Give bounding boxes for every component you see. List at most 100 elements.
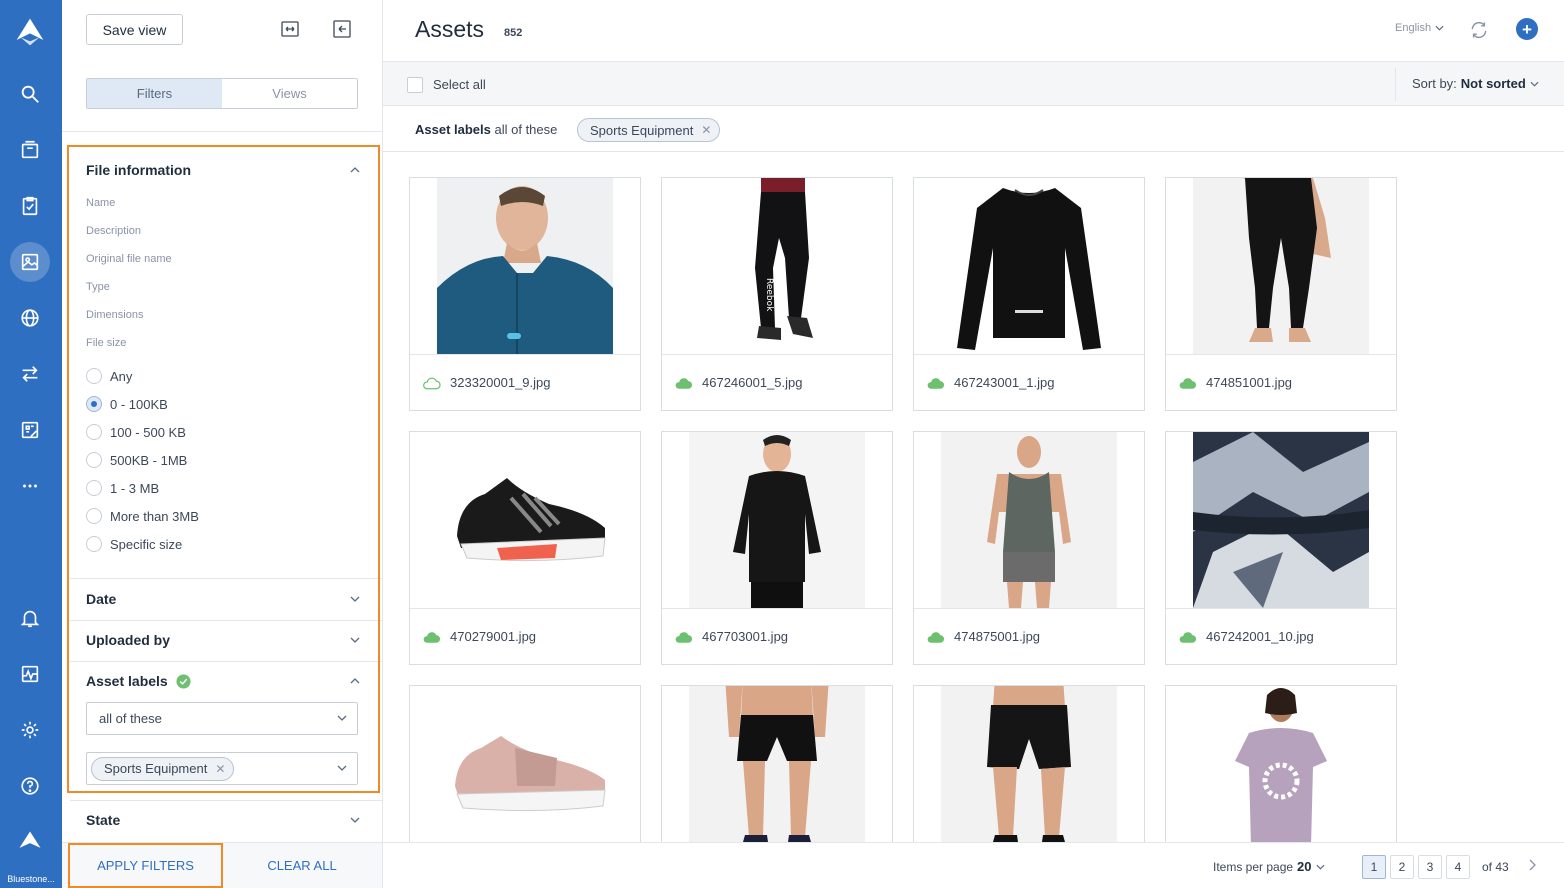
size-option-specific[interactable]: Specific size [86, 536, 182, 552]
asset-card[interactable]: 474851001.jpg [1165, 177, 1397, 411]
active-filter-label: Asset labels all of these [415, 122, 557, 137]
asset-card[interactable] [409, 685, 641, 845]
panel-footer: APPLY FILTERS CLEAR ALL [62, 842, 382, 888]
collapse-panel-icon[interactable] [333, 20, 351, 38]
refresh-icon[interactable] [1469, 20, 1489, 40]
select-all-checkbox[interactable] [407, 77, 423, 93]
chevron-down-icon [1530, 81, 1539, 87]
cloud-icon [675, 378, 693, 389]
size-option-100-500kb[interactable]: 100 - 500 KB [86, 424, 186, 440]
cloud-icon [423, 377, 441, 390]
page-button-2[interactable]: 2 [1390, 855, 1414, 879]
asset-card[interactable]: Reebok 467246001_5.jpg [661, 177, 893, 411]
catalog-icon[interactable] [10, 130, 50, 170]
radio-button[interactable] [86, 368, 102, 384]
radio-button[interactable] [86, 536, 102, 552]
asset-thumbnail[interactable]: Reebok [662, 178, 892, 355]
asset-card[interactable]: 470279001.jpg [409, 431, 641, 665]
select-all-label[interactable]: Select all [433, 77, 486, 92]
edit-grid-icon[interactable] [10, 410, 50, 450]
asset-card[interactable]: 467703001.jpg [661, 431, 893, 665]
asset-thumbnail[interactable] [1166, 686, 1396, 844]
activity-icon[interactable] [10, 654, 50, 694]
radio-label: More than 3MB [110, 508, 199, 524]
asset-thumbnail[interactable] [662, 686, 892, 844]
asset-card[interactable] [661, 685, 893, 845]
apply-filters-button[interactable]: APPLY FILTERS [68, 843, 223, 888]
radio-button-selected[interactable] [86, 396, 102, 412]
radio-button[interactable] [86, 508, 102, 524]
asset-thumbnail[interactable] [914, 432, 1144, 609]
tasks-icon[interactable] [10, 186, 50, 226]
label-values-select[interactable]: Sports Equipment ✕ [86, 752, 358, 785]
add-asset-button[interactable]: + [1516, 18, 1538, 40]
page-button-1[interactable]: 1 [1362, 855, 1386, 879]
file-information-header[interactable]: File information [86, 162, 360, 178]
settings-icon[interactable] [10, 710, 50, 750]
field-dimensions[interactable]: Dimensions [86, 309, 143, 321]
field-type[interactable]: Type [86, 281, 110, 293]
remove-chip-icon[interactable]: ✕ [215, 762, 225, 776]
chevron-right-icon[interactable] [1527, 858, 1537, 872]
bell-icon[interactable] [10, 598, 50, 638]
section-divider [70, 661, 382, 662]
asset-thumbnail[interactable] [662, 432, 892, 609]
field-description[interactable]: Description [86, 225, 141, 237]
globe-icon[interactable] [10, 298, 50, 338]
asset-thumbnail[interactable] [1166, 432, 1396, 609]
cloud-icon [927, 632, 945, 643]
page-button-4[interactable]: 4 [1446, 855, 1470, 879]
pink-shoe-image [437, 686, 613, 844]
asset-card[interactable]: 467243001_1.jpg [913, 177, 1145, 411]
date-header[interactable]: Date [86, 591, 360, 607]
radio-label: 500KB - 1MB [110, 452, 188, 468]
label-match-select[interactable]: all of these [86, 702, 358, 735]
radio-label: 1 - 3 MB [110, 480, 160, 496]
asset-thumbnail[interactable] [1166, 178, 1396, 355]
language-select[interactable]: English [1395, 22, 1444, 34]
asset-card[interactable] [913, 685, 1145, 845]
size-option-500kb-1mb[interactable]: 500KB - 1MB [86, 452, 187, 468]
asset-thumbnail[interactable] [914, 686, 1144, 844]
logo-icon[interactable] [10, 12, 50, 52]
asset-card[interactable]: 467242001_10.jpg [1165, 431, 1397, 665]
asset-thumbnail[interactable] [410, 686, 640, 844]
asset-card[interactable]: 474875001.jpg [913, 431, 1145, 665]
sync-arrows-icon[interactable] [10, 354, 50, 394]
radio-label: Specific size [110, 536, 183, 552]
active-filter-chip[interactable]: Sports Equipment ✕ [577, 118, 721, 142]
field-name[interactable]: Name [86, 197, 115, 209]
asset-labels-header[interactable]: Asset labels [86, 673, 360, 689]
items-per-page-select[interactable]: Items per page 20 [1213, 859, 1325, 874]
org-logo-icon[interactable] [10, 822, 50, 862]
size-option-0-100kb[interactable]: 0 - 100KB [86, 396, 168, 412]
asset-thumbnail[interactable] [914, 178, 1144, 355]
radio-button[interactable] [86, 480, 102, 496]
asset-thumbnail[interactable] [410, 178, 640, 355]
label-chip[interactable]: Sports Equipment ✕ [91, 756, 235, 781]
assets-icon[interactable] [10, 242, 50, 282]
search-icon[interactable] [10, 74, 50, 114]
uploaded-by-header[interactable]: Uploaded by [86, 632, 360, 648]
expand-panel-icon[interactable] [281, 20, 299, 38]
page-button-3[interactable]: 3 [1418, 855, 1442, 879]
asset-card[interactable] [1165, 685, 1397, 845]
more-icon[interactable] [10, 466, 50, 506]
field-original-file-name[interactable]: Original file name [86, 253, 172, 265]
radio-button[interactable] [86, 452, 102, 468]
clear-all-button[interactable]: CLEAR ALL [232, 843, 372, 888]
radio-button[interactable] [86, 424, 102, 440]
size-option-any[interactable]: Any [86, 368, 132, 384]
state-header[interactable]: State [86, 812, 360, 828]
help-icon[interactable] [10, 766, 50, 806]
asset-thumbnail[interactable] [410, 432, 640, 609]
size-option-1-3mb[interactable]: 1 - 3 MB [86, 480, 159, 496]
size-option-more-than-3mb[interactable]: More than 3MB [86, 508, 199, 524]
remove-filter-icon[interactable]: ✕ [701, 123, 711, 137]
asset-card[interactable]: 323320001_9.jpg [409, 177, 641, 411]
save-view-button[interactable]: Save view [86, 14, 183, 45]
pagination-bar: Items per page 20 1 2 3 4 of 43 [383, 842, 1564, 888]
tab-filters[interactable]: Filters [87, 79, 222, 108]
tab-views[interactable]: Views [222, 79, 357, 108]
sort-select[interactable]: Sort by: Not sorted [1412, 76, 1539, 91]
